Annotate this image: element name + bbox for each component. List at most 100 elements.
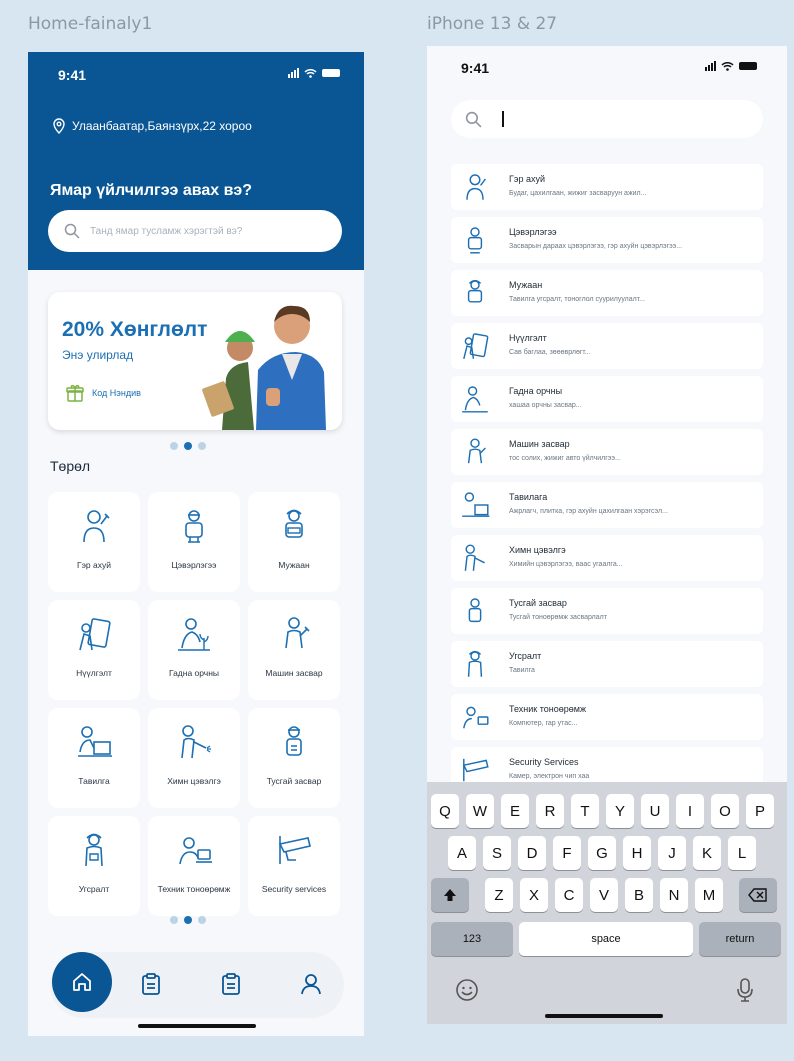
location-pin-icon [53, 118, 65, 134]
text-cursor [502, 111, 504, 127]
return-key[interactable]: return [699, 922, 781, 956]
category-tile[interactable]: Гадна орчны [148, 600, 240, 700]
search-input[interactable]: Танд ямар тусламж хэрэгтэй вэ? [48, 210, 342, 252]
category-tile[interactable]: Гэр ахуй [48, 492, 140, 592]
category-tile[interactable]: Тавилга [48, 708, 140, 808]
result-title: Security Services [509, 757, 579, 767]
key-p[interactable]: P [746, 794, 774, 828]
list-item[interactable]: Химн цэвэлгэ Химийн цэвэрлэгээ, ваас угаа… [451, 535, 763, 581]
category-label: Security services [261, 884, 327, 894]
key-f[interactable]: F [553, 836, 581, 870]
page-dot[interactable] [198, 442, 206, 450]
result-title: Цэвэрлэгээ [509, 227, 557, 237]
key-d[interactable]: D [518, 836, 546, 870]
backspace-key[interactable] [739, 878, 777, 912]
category-tile[interactable]: Мужаан [248, 492, 340, 592]
category-tile[interactable]: Цэвэрлэгээ [148, 492, 240, 592]
key-j[interactable]: J [658, 836, 686, 870]
result-title: Гадна орчны [509, 386, 563, 396]
banner-pagination[interactable] [170, 442, 206, 450]
key-k[interactable]: K [693, 836, 721, 870]
search-input[interactable] [451, 100, 763, 138]
microphone-icon[interactable] [737, 978, 753, 1002]
result-desc: Камер, электрон чип хаа [509, 773, 590, 780]
page-dot-active[interactable] [184, 916, 192, 924]
home-icon [73, 973, 91, 991]
category-tile[interactable]: Тусгай засвар [248, 708, 340, 808]
key-w[interactable]: W [466, 794, 494, 828]
list-item[interactable]: Техник тоноөрөмж Компютер, гар утас... [451, 694, 763, 740]
furniture-icon [462, 492, 490, 517]
key-x[interactable]: X [520, 878, 548, 912]
category-tile[interactable]: Нүүлгэлт [48, 600, 140, 700]
keyboard-row-3: ZXCVBNM [431, 878, 777, 912]
page-dot-active[interactable] [184, 442, 192, 450]
page-dot[interactable] [170, 442, 178, 450]
home-screen: 9:41 Улаанбаатар,Баянзүрх,22 хороо Ямар … [28, 52, 364, 1036]
list-item[interactable]: Цэвэрлэгээ Засварын дараах цэвэрлэгээ, гэ… [451, 217, 763, 263]
key-e[interactable]: E [501, 794, 529, 828]
result-title: Тавилага [509, 492, 548, 502]
repair-icon [286, 726, 302, 756]
key-o[interactable]: O [711, 794, 739, 828]
key-b[interactable]: B [625, 878, 653, 912]
key-i[interactable]: I [676, 794, 704, 828]
backspace-icon [748, 888, 767, 902]
category-pagination[interactable] [170, 916, 206, 924]
list-item[interactable]: Нүүлгэлт Сав баглаа, зөөөврлөгт... [451, 323, 763, 369]
key-g[interactable]: G [588, 836, 616, 870]
list-item[interactable]: Мужаан Тавилга угсралт, тоноглол суурилуу… [451, 270, 763, 316]
page-dot[interactable] [170, 916, 178, 924]
key-u[interactable]: U [641, 794, 669, 828]
key-r[interactable]: R [536, 794, 564, 828]
shift-key[interactable] [431, 878, 469, 912]
profile-icon[interactable] [300, 972, 322, 996]
page-title: Ямар үйлчилгээ авах вэ? [50, 182, 253, 199]
list-item[interactable]: Тусгай засвар Тусгай тоноөрөмж засварлалт [451, 588, 763, 634]
category-tile[interactable]: Security services [248, 816, 340, 916]
shift-icon [444, 889, 456, 901]
category-tile[interactable]: Техник тоноөрөмж [148, 816, 240, 916]
orders-icon[interactable] [140, 972, 162, 996]
nav-home-button[interactable] [52, 952, 112, 1012]
key-t[interactable]: T [571, 794, 599, 828]
result-title: Химн цэвэлгэ [509, 545, 566, 555]
key-v[interactable]: V [590, 878, 618, 912]
list-item[interactable]: Машин засвар тос солих, жижиг авто үйлчил… [451, 429, 763, 475]
list-item[interactable]: Гадна орчны хашаа орчны засвар... [451, 376, 763, 422]
category-label: Машин засвар [265, 668, 323, 678]
key-q[interactable]: Q [431, 794, 459, 828]
emoji-icon[interactable] [455, 978, 479, 1002]
cleaner-icon [185, 510, 203, 543]
home-header: 9:41 Улаанбаатар,Баянзүрх,22 хороо Ямар … [28, 52, 364, 270]
key-n[interactable]: N [660, 878, 688, 912]
key-s[interactable]: S [483, 836, 511, 870]
key-y[interactable]: Y [606, 794, 634, 828]
key-c[interactable]: C [555, 878, 583, 912]
list-item[interactable]: Гэр ахуй Будаг, цахилгаан, жижиг засваруу… [451, 164, 763, 210]
key-a[interactable]: A [448, 836, 476, 870]
security-camera-icon [278, 836, 311, 864]
key-m[interactable]: M [695, 878, 723, 912]
result-desc: Химийн цэвэрлэгээ, ваас угаалга... [509, 561, 623, 568]
frame-title-home: Home-fainaly1 [28, 14, 153, 34]
key-l[interactable]: L [728, 836, 756, 870]
list-item[interactable]: Тавилага Ажрлагч, плитка, гэр ахуйн цахил… [451, 482, 763, 528]
category-label: Угсралт [78, 884, 110, 894]
space-key[interactable]: space [519, 922, 693, 956]
category-label: Мужаан [278, 560, 310, 570]
promo-banner[interactable]: 20% Хөнглөлт Энэ улирлад Код Нэндив [48, 292, 342, 430]
key-z[interactable]: Z [485, 878, 513, 912]
page-dot[interactable] [198, 916, 206, 924]
location[interactable]: Улаанбаатар,Баянзүрх,22 хороо [52, 118, 252, 134]
history-icon[interactable] [220, 972, 242, 996]
list-item[interactable]: Угсралт Тавилга [451, 641, 763, 687]
promo-code-button[interactable]: Код Нэндив [66, 384, 141, 402]
category-tile[interactable]: Угсралт [48, 816, 140, 916]
key-h[interactable]: H [623, 836, 651, 870]
category-grid: Гэр ахуй Цэвэрлэгээ Мужаан Нүүлгэлт Гадн… [48, 492, 344, 916]
numbers-key[interactable]: 123 [431, 922, 513, 956]
category-tile[interactable]: Химн цэвэлгэ [148, 708, 240, 808]
category-tile[interactable]: Машин засвар [248, 600, 340, 700]
pest-control-icon [181, 725, 211, 759]
